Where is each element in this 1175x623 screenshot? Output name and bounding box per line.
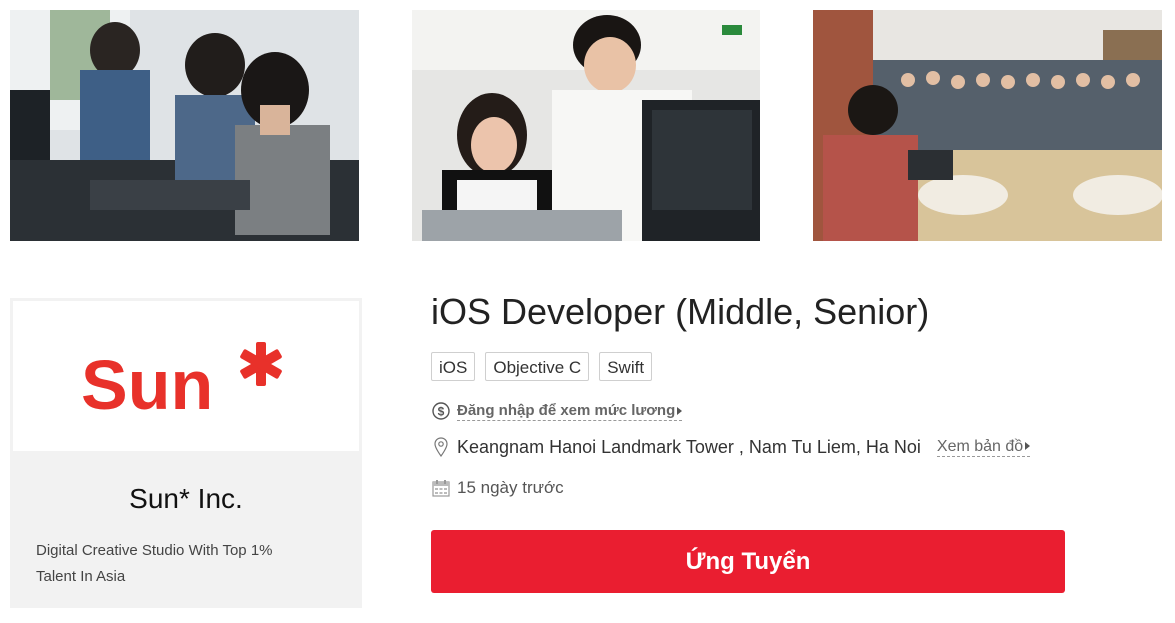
skill-tag-objective-c[interactable]: Objective C <box>485 352 590 381</box>
salary-row: $ Đăng nhập để xem mức lương <box>431 400 683 422</box>
login-to-view-salary-link[interactable]: Đăng nhập để xem mức lương <box>457 401 683 421</box>
salary-link-label: Đăng nhập để xem mức lương <box>457 401 676 419</box>
apply-button[interactable]: Ứng Tuyển <box>431 530 1065 593</box>
view-map-link[interactable]: Xem bản đồ <box>936 437 1031 457</box>
office-photo-developers <box>10 10 359 241</box>
skill-tag-swift[interactable]: Swift <box>599 352 653 381</box>
company-card[interactable]: Sun Sun* Inc. Digital Creative Studio Wi… <box>10 298 362 608</box>
map-pin-icon <box>431 436 451 458</box>
svg-text:Sun: Sun <box>81 346 213 413</box>
job-location: Keangnam Hanoi Landmark Tower , Nam Tu L… <box>457 436 921 457</box>
skill-tags: iOS Objective C Swift <box>431 352 653 381</box>
office-photo-meeting <box>813 10 1162 241</box>
posted-date-row: 15 ngày trước <box>431 477 564 499</box>
company-logo[interactable]: Sun <box>11 299 361 453</box>
location-row: Keangnam Hanoi Landmark Tower , Nam Tu L… <box>431 436 1031 458</box>
office-photo-colleagues <box>412 10 760 241</box>
svg-text:$: $ <box>438 405 445 419</box>
sun-logo-icon: Sun <box>81 342 282 413</box>
job-title: iOS Developer (Middle, Senior) <box>431 291 930 332</box>
calendar-icon <box>431 477 451 499</box>
posted-date: 15 ngày trước <box>457 478 564 497</box>
caret-right-icon <box>1025 442 1031 451</box>
company-slogan: Digital Creative Studio With Top 1% Tale… <box>36 542 273 585</box>
job-detail-page: Sun Sun* Inc. Digital Creative Studio Wi… <box>0 0 1175 623</box>
dollar-circle-icon: $ <box>431 400 451 422</box>
skill-tag-ios[interactable]: iOS <box>431 352 476 381</box>
caret-right-icon <box>677 406 683 415</box>
company-name[interactable]: Sun* Inc. <box>10 481 362 517</box>
view-map-label: Xem bản đồ <box>936 437 1024 455</box>
